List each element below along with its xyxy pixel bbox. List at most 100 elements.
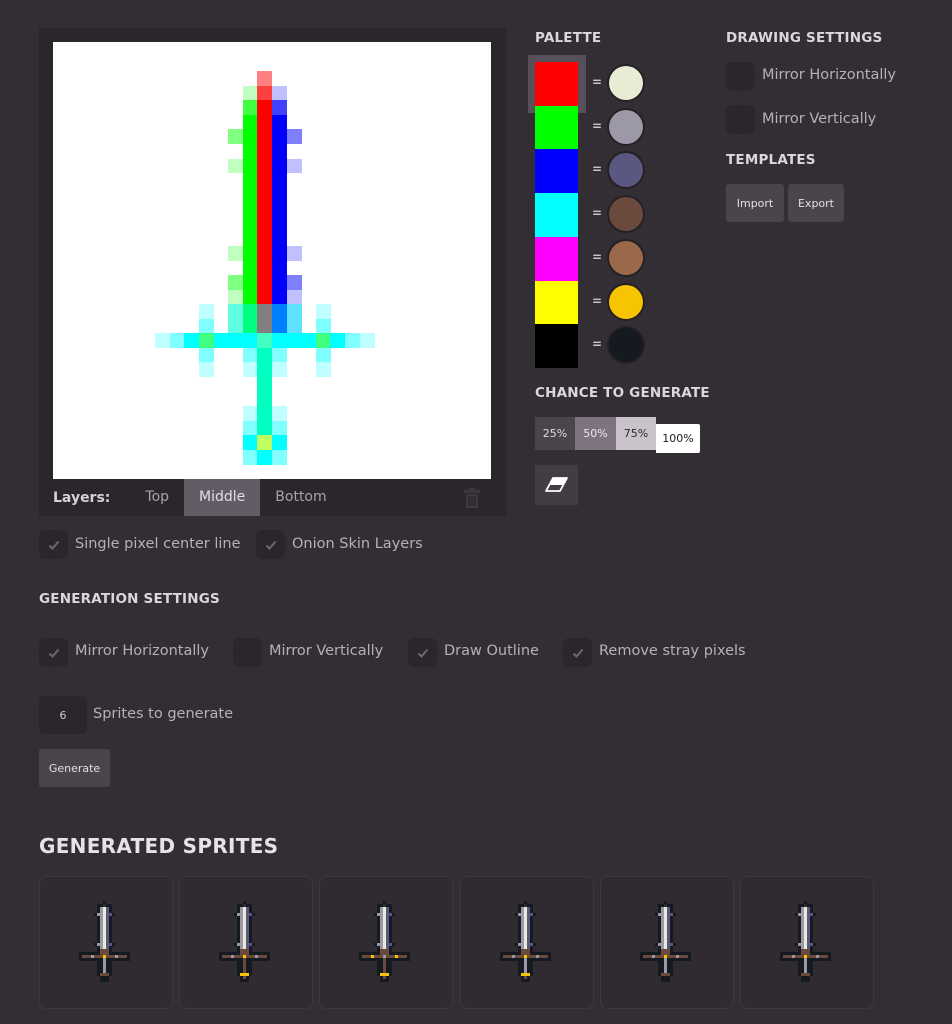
sprite-pixel bbox=[801, 964, 804, 967]
sprite-pixel bbox=[654, 955, 658, 958]
single-pixel-center-line-checkbox[interactable] bbox=[39, 530, 68, 559]
sprite-pixel bbox=[240, 910, 244, 913]
generated-sprite-card[interactable] bbox=[179, 876, 314, 1009]
sprite-pixel bbox=[801, 943, 804, 946]
palette-key-swatch[interactable] bbox=[535, 280, 578, 325]
generated-sprite-card[interactable] bbox=[599, 876, 734, 1009]
sprite-pixel bbox=[240, 955, 244, 958]
generate-button[interactable]: Generate bbox=[39, 749, 110, 787]
sprite-pixel bbox=[517, 961, 521, 964]
sprite-pixel bbox=[666, 910, 670, 913]
sprite-pixel bbox=[663, 940, 667, 943]
sprite-pixel bbox=[392, 952, 396, 955]
sprite-pixel bbox=[383, 979, 387, 982]
sprite-pixel bbox=[386, 916, 390, 919]
sprite-pixel bbox=[359, 955, 363, 958]
palette-color-picker[interactable] bbox=[609, 197, 643, 232]
sprite-pixel bbox=[246, 952, 250, 955]
sprites-count-input[interactable] bbox=[39, 696, 87, 734]
chance-50-button[interactable]: 50% bbox=[575, 417, 616, 450]
canvas-pixel bbox=[286, 158, 302, 174]
canvas-pixel bbox=[257, 129, 273, 145]
sprite-pixel bbox=[380, 910, 384, 913]
sprite-pixel bbox=[807, 979, 810, 982]
chance-25-button[interactable]: 25% bbox=[535, 417, 575, 450]
sprite-pixel bbox=[660, 931, 664, 934]
sprite-pixel bbox=[109, 958, 112, 961]
sprite-pixel bbox=[383, 934, 387, 937]
drawing-mirror-vertical-checkbox[interactable] bbox=[726, 105, 755, 134]
palette-color-picker[interactable] bbox=[609, 328, 643, 363]
onion-skin-layers-label: Onion Skin Layers bbox=[292, 536, 423, 552]
sprite-pixel bbox=[237, 931, 241, 934]
export-button[interactable]: Export bbox=[788, 184, 844, 222]
palette-color-picker[interactable] bbox=[609, 153, 643, 188]
chance-75-button[interactable]: 75% bbox=[616, 417, 656, 450]
sprite-pixel bbox=[246, 970, 250, 973]
sprite-pixel bbox=[792, 958, 795, 961]
single-pixel-center-line-label: Single pixel center line bbox=[75, 536, 241, 552]
sprite-pixel bbox=[237, 934, 241, 937]
sprite-pixel bbox=[675, 958, 679, 961]
generated-sprite-card[interactable] bbox=[39, 876, 173, 1009]
palette-key-swatch[interactable] bbox=[535, 105, 578, 150]
sprite-pixel bbox=[529, 928, 533, 931]
sprite-pixel bbox=[249, 955, 253, 958]
sprite-pixel bbox=[523, 976, 527, 979]
trash-icon[interactable] bbox=[464, 488, 480, 508]
sprite-pixel bbox=[246, 931, 250, 934]
sprite-pixel bbox=[801, 931, 804, 934]
sprite-pixel bbox=[529, 925, 533, 928]
palette-key-swatch[interactable] bbox=[535, 324, 578, 369]
sprite-pixel bbox=[520, 943, 524, 946]
eraser-button[interactable] bbox=[535, 465, 578, 505]
sprite-pixel bbox=[804, 940, 807, 943]
palette-color-picker[interactable] bbox=[609, 109, 643, 144]
sprite-pixel bbox=[240, 913, 244, 916]
palette-key-swatch[interactable] bbox=[535, 193, 578, 238]
sprite-pixel bbox=[669, 955, 673, 958]
layer-tab-middle[interactable]: Middle bbox=[184, 479, 261, 516]
layer-tab-bottom[interactable]: Bottom bbox=[260, 479, 341, 516]
sprite-pixel bbox=[669, 907, 673, 910]
gen-mirror-horizontal-checkbox[interactable] bbox=[39, 638, 68, 667]
sprite-pixel bbox=[657, 904, 661, 907]
sprite-pixel bbox=[523, 907, 527, 910]
generated-sprite-card[interactable] bbox=[319, 876, 454, 1009]
sprite-pixel bbox=[514, 943, 518, 946]
sprite-pixel bbox=[127, 958, 130, 961]
sprite-pixel bbox=[807, 949, 810, 952]
sprite-pixel bbox=[502, 952, 506, 955]
drawing-mirror-horizontal-checkbox[interactable] bbox=[726, 62, 755, 91]
sprite-pixel bbox=[541, 958, 545, 961]
sprite-pixel bbox=[106, 913, 109, 916]
chance-100-button[interactable]: 100% bbox=[656, 424, 700, 453]
palette-color-picker[interactable] bbox=[609, 284, 643, 319]
remove-stray-pixels-checkbox[interactable] bbox=[563, 638, 592, 667]
palette-key-swatch[interactable] bbox=[535, 149, 578, 194]
drawing-canvas[interactable] bbox=[53, 42, 491, 479]
sprite-pixel bbox=[240, 949, 244, 952]
sprite-pixel bbox=[520, 946, 524, 949]
import-button[interactable]: Import bbox=[726, 184, 784, 222]
sprite-pixel bbox=[499, 958, 503, 961]
palette-key-swatch[interactable] bbox=[535, 236, 578, 281]
sprite-pixel bbox=[801, 919, 804, 922]
palette-color-picker[interactable] bbox=[609, 66, 643, 100]
sprite-pixel bbox=[526, 946, 530, 949]
sprite-pixel bbox=[663, 919, 667, 922]
layer-tab-top[interactable]: Top bbox=[130, 479, 184, 516]
gen-mirror-vertical-checkbox[interactable] bbox=[233, 638, 262, 667]
onion-skin-layers-checkbox[interactable] bbox=[256, 530, 285, 559]
canvas-pixel bbox=[272, 245, 287, 261]
generated-sprite-card[interactable] bbox=[459, 876, 594, 1009]
sprite-pixel bbox=[514, 913, 518, 916]
generated-sprite-card[interactable] bbox=[740, 876, 874, 1009]
sprite-pixel bbox=[249, 940, 253, 943]
sprite-pixel bbox=[660, 919, 664, 922]
sprite-pixel bbox=[246, 967, 250, 970]
palette-key-swatch[interactable] bbox=[535, 62, 578, 106]
palette-color-picker[interactable] bbox=[609, 240, 643, 275]
draw-outline-checkbox[interactable] bbox=[408, 638, 437, 667]
sprite-pixel bbox=[801, 952, 804, 955]
